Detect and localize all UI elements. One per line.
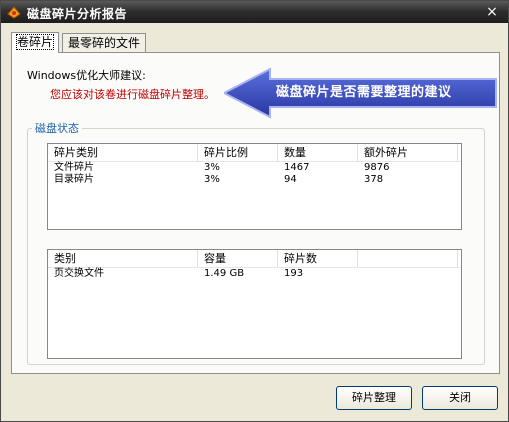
table-cell: 94: [284, 174, 297, 185]
table-row[interactable]: 文件碎片 3% 1467 9876: [48, 162, 461, 174]
column-header[interactable]: 碎片数: [278, 250, 358, 267]
fragment-list-header: 碎片类别 碎片比例 数量 额外碎片: [48, 144, 461, 162]
column-header[interactable]: 数量: [278, 144, 358, 161]
tab-most-fragmented-files[interactable]: 最零碎的文件: [62, 33, 147, 53]
report-window: 磁盘碎片分析报告 × 卷碎片 最零碎的文件 Windows优化大师建议: 您应该…: [0, 0, 509, 422]
callout-text: 磁盘碎片是否需要整理的建议: [276, 85, 452, 100]
table-row[interactable]: 目录碎片 3% 94 378: [48, 174, 461, 186]
table-cell: 378: [364, 174, 384, 185]
column-header[interactable]: 类别: [48, 250, 198, 267]
table-cell: 9876: [364, 162, 390, 173]
tab-volume-fragments-label: 卷碎片: [15, 34, 55, 50]
tab-volume-fragments[interactable]: 卷碎片: [11, 32, 60, 53]
column-header[interactable]: 容量: [198, 250, 278, 267]
tab-most-fragmented-files-label: 最零碎的文件: [68, 36, 141, 50]
pagefile-list[interactable]: 类别 容量 碎片数 页交换文件 1.49 GB 193: [47, 249, 462, 359]
defrag-button[interactable]: 碎片整理: [336, 386, 412, 410]
tab-panel: Windows优化大师建议: 您应该对该卷进行磁盘碎片整理。 磁盘碎片是否需要整…: [11, 52, 500, 374]
table-cell: 文件碎片: [54, 162, 94, 173]
column-header[interactable]: 额外碎片: [358, 144, 458, 161]
pagefile-list-header: 类别 容量 碎片数: [48, 250, 461, 268]
table-cell: 目录碎片: [54, 174, 94, 185]
title-bar[interactable]: 磁盘碎片分析报告 ×: [1, 1, 508, 23]
table-cell: 1.49 GB: [204, 268, 245, 279]
table-row[interactable]: 页交换文件 1.49 GB 193: [48, 268, 461, 280]
close-icon[interactable]: ×: [484, 4, 500, 20]
disk-status-label: 磁盘状态: [32, 120, 82, 136]
app-icon: [7, 6, 21, 19]
close-button[interactable]: 关闭: [422, 386, 498, 410]
table-cell: 3%: [204, 162, 220, 173]
window-title: 磁盘碎片分析报告: [27, 7, 128, 21]
table-cell: 3%: [204, 174, 220, 185]
table-cell: 页交换文件: [54, 268, 104, 279]
column-header[interactable]: 碎片类别: [48, 144, 198, 161]
advice-heading: Windows优化大师建议:: [27, 69, 146, 82]
fragment-list[interactable]: 碎片类别 碎片比例 数量 额外碎片 文件碎片 3% 1467 9876 目录碎片…: [47, 143, 462, 230]
table-cell: 193: [284, 268, 304, 279]
table-cell: 1467: [284, 162, 310, 173]
column-header-empty[interactable]: [358, 250, 458, 267]
advice-text: 您应该对该卷进行磁盘碎片整理。: [50, 88, 215, 101]
column-header[interactable]: 碎片比例: [198, 144, 278, 161]
